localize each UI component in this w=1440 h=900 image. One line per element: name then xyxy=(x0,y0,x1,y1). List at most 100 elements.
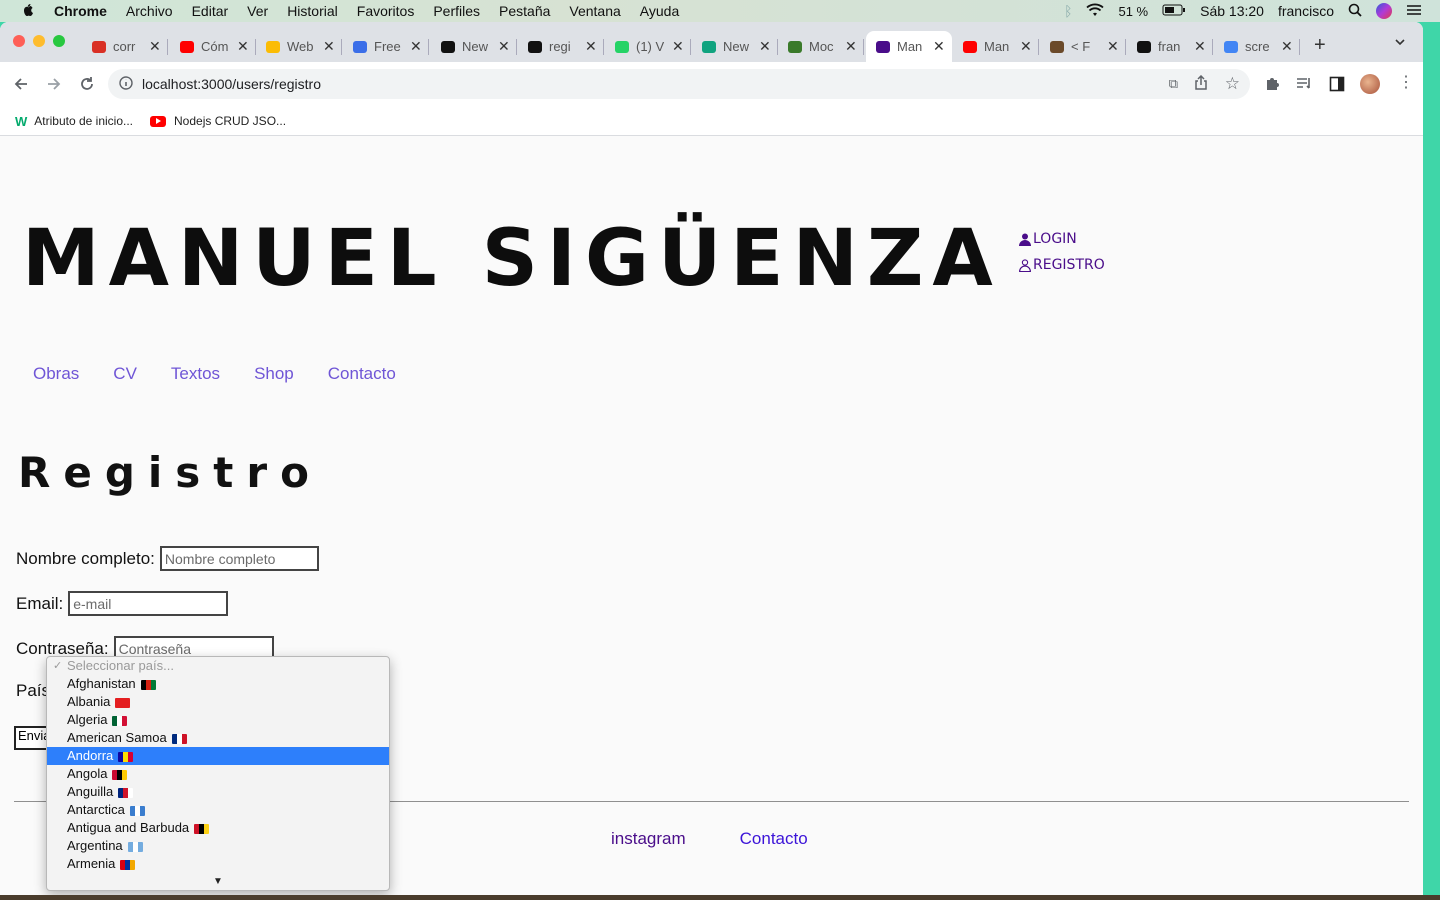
forward-arrow-icon[interactable] xyxy=(46,76,62,97)
site-title[interactable]: MANUEL SIGÜENZA xyxy=(22,214,1002,304)
country-option[interactable]: Antarctica xyxy=(47,801,389,819)
login-link[interactable]: LOGIN xyxy=(1019,231,1077,247)
tab-9[interactable]: Man ✕ xyxy=(866,31,952,62)
country-option[interactable]: Angola xyxy=(47,765,389,783)
country-option[interactable]: Albania xyxy=(47,693,389,711)
tab-close-icon[interactable]: ✕ xyxy=(1107,38,1119,55)
tab-11[interactable]: < F ✕ xyxy=(1040,31,1126,62)
tab-close-icon[interactable]: ✕ xyxy=(933,38,945,55)
battery-icon[interactable] xyxy=(1162,3,1186,19)
tab-13[interactable]: scre ✕ xyxy=(1214,31,1300,62)
github-icon xyxy=(441,40,455,53)
tab-7[interactable]: New ✕ xyxy=(692,31,778,62)
bookmark-atributo[interactable]: Atributo de inicio... xyxy=(34,114,133,128)
country-option-placeholder[interactable]: ✓ Seleccionar país... xyxy=(47,657,389,675)
tab-2[interactable]: Web ✕ xyxy=(256,31,342,62)
address-bar[interactable]: localhost:3000/users/registro ⧉ ☆ xyxy=(108,69,1250,99)
tab-close-icon[interactable]: ✕ xyxy=(1281,38,1293,55)
tab-close-icon[interactable]: ✕ xyxy=(149,38,161,55)
registro-link[interactable]: REGISTRO xyxy=(1019,257,1105,273)
menu-editar[interactable]: Editar xyxy=(192,3,229,19)
country-option[interactable]: Argentina xyxy=(47,837,389,855)
tab-close-icon[interactable]: ✕ xyxy=(585,38,597,55)
back-arrow-icon[interactable] xyxy=(13,76,29,97)
menu-favoritos[interactable]: Favoritos xyxy=(357,3,415,19)
new-tab-button[interactable]: + xyxy=(1314,35,1326,55)
site-info-icon[interactable] xyxy=(119,75,133,93)
nav-obras[interactable]: Obras xyxy=(33,364,79,384)
country-flag-icon xyxy=(115,697,131,708)
siri-icon[interactable] xyxy=(1376,3,1392,19)
bookmark-star-icon[interactable]: ☆ xyxy=(1225,74,1240,94)
country-dropdown-list[interactable]: ✓ Seleccionar país... Afghanistan Albania… xyxy=(46,656,390,891)
country-flag-icon xyxy=(112,769,128,780)
tab-close-icon[interactable]: ✕ xyxy=(410,38,422,55)
spotlight-search-icon[interactable] xyxy=(1348,3,1362,20)
nav-shop[interactable]: Shop xyxy=(254,364,294,384)
tab-close-icon[interactable]: ✕ xyxy=(237,38,249,55)
nav-contacto[interactable]: Contacto xyxy=(328,364,396,384)
tab-10[interactable]: Man ✕ xyxy=(953,31,1039,62)
close-window-button[interactable] xyxy=(13,35,25,47)
email-input[interactable] xyxy=(68,591,229,616)
country-option[interactable]: Anguilla xyxy=(47,783,389,801)
tab-8[interactable]: Moc ✕ xyxy=(778,31,864,62)
tab-close-icon[interactable]: ✕ xyxy=(498,38,510,55)
tab-close-icon[interactable]: ✕ xyxy=(323,38,335,55)
tab-12[interactable]: fran ✕ xyxy=(1127,31,1213,62)
country-option[interactable]: Afghanistan xyxy=(47,675,389,693)
reload-icon[interactable] xyxy=(79,76,95,97)
menu-pestana[interactable]: Pestaña xyxy=(499,3,550,19)
footer-contacto-link[interactable]: Contacto xyxy=(740,829,808,849)
translate-icon[interactable]: ⧉ xyxy=(1169,76,1178,92)
zoom-window-button[interactable] xyxy=(53,35,65,47)
tab-3[interactable]: Free ✕ xyxy=(343,31,429,62)
control-center-icon[interactable] xyxy=(1406,3,1422,19)
side-panel-icon[interactable] xyxy=(1329,76,1345,97)
nav-cv[interactable]: CV xyxy=(113,364,137,384)
menu-historial[interactable]: Historial xyxy=(287,3,338,19)
country-option[interactable]: Antigua and Barbuda xyxy=(47,819,389,837)
share-icon[interactable] xyxy=(1194,74,1208,94)
menubar-clock[interactable]: Sáb 13:20 xyxy=(1200,3,1264,19)
nav-textos[interactable]: Textos xyxy=(171,364,220,384)
registro-heading: Registro xyxy=(18,448,322,497)
country-option[interactable]: Algeria xyxy=(47,711,389,729)
tab-search-chevron-icon[interactable] xyxy=(1394,35,1406,53)
menu-ver[interactable]: Ver xyxy=(247,3,268,19)
scroll-down-arrow-icon[interactable]: ▼ xyxy=(213,876,223,887)
tab-5[interactable]: regi ✕ xyxy=(518,31,604,62)
tab-close-icon[interactable]: ✕ xyxy=(672,38,684,55)
wifi-icon[interactable] xyxy=(1086,3,1105,20)
tab-close-icon[interactable]: ✕ xyxy=(845,38,857,55)
country-option[interactable]: Andorra xyxy=(47,747,389,765)
menu-perfiles[interactable]: Perfiles xyxy=(433,3,480,19)
tab-6[interactable]: (1) V ✕ xyxy=(605,31,691,62)
country-option[interactable]: Armenia xyxy=(47,855,389,873)
bluetooth-icon[interactable]: ᛒ xyxy=(1064,3,1072,19)
footer-instagram-link[interactable]: instagram xyxy=(611,829,686,849)
more-menu-icon[interactable]: ⋮ xyxy=(1398,74,1414,92)
name-input[interactable] xyxy=(159,546,319,571)
minimize-window-button[interactable] xyxy=(33,35,45,47)
tab-close-icon[interactable]: ✕ xyxy=(1194,38,1206,55)
footer-links: instagram Contacto xyxy=(611,829,808,849)
tab-close-icon[interactable]: ✕ xyxy=(759,38,771,55)
menu-archivo[interactable]: Archivo xyxy=(126,3,173,19)
tab-0[interactable]: corr ✕ xyxy=(82,31,168,62)
country-option[interactable]: American Samoa xyxy=(47,729,389,747)
bookmark-nodejs-crud[interactable]: Nodejs CRUD JSO... xyxy=(174,114,286,128)
tab-close-icon[interactable]: ✕ xyxy=(1020,38,1032,55)
reading-list-icon[interactable] xyxy=(1296,76,1313,96)
apple-icon[interactable] xyxy=(20,3,36,19)
profile-avatar[interactable] xyxy=(1360,74,1380,94)
desktop-edge xyxy=(1423,22,1440,900)
menu-ventana[interactable]: Ventana xyxy=(569,3,620,19)
extensions-puzzle-icon[interactable] xyxy=(1264,75,1281,97)
menubar-user[interactable]: francisco xyxy=(1278,3,1334,19)
menu-ayuda[interactable]: Ayuda xyxy=(640,3,679,19)
tab-1[interactable]: Cóm ✕ xyxy=(170,31,256,62)
url-text[interactable]: localhost:3000/users/registro xyxy=(142,76,321,92)
menu-app-name[interactable]: Chrome xyxy=(54,3,107,19)
tab-4[interactable]: New ✕ xyxy=(431,31,517,62)
